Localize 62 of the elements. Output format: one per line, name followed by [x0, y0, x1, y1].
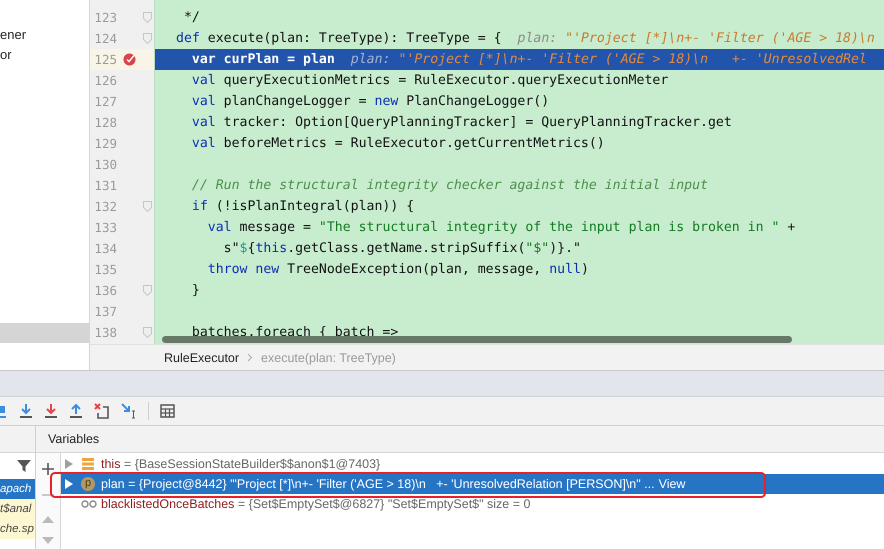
variable-name: blacklistedOnceBatches — [101, 497, 234, 511]
line-number: 125 — [93, 52, 117, 67]
breadcrumb-item[interactable]: RuleExecutor — [164, 350, 240, 364]
step-into-icon[interactable] — [19, 403, 33, 419]
plus-icon[interactable] — [41, 462, 55, 476]
chevron-icon — [247, 353, 254, 362]
line-number: 135 — [93, 262, 117, 277]
inline-value-hint: plan: "'Project [*]\n+- 'Filter ('AGE > 18)\n +- 'UnresolvedRel — [350, 51, 867, 69]
code-line: } — [190, 282, 200, 300]
line-number: 132 — [93, 199, 117, 214]
frame-item[interactable]: apach — [0, 479, 35, 499]
code-line: throw new TreeNodeException(plan, message, null) — [206, 261, 589, 279]
field-icon — [81, 457, 95, 471]
code-line: val planChangeLogger = new PlanChangeLogger() — [190, 93, 550, 111]
code-line: s"${this.getClass.getName.stripSuffix("$")}." — [222, 240, 581, 258]
frame-item[interactable]: t$anal — [0, 499, 35, 519]
line-number: 134 — [93, 241, 117, 256]
code-line: val beforeMetrics = RuleExecutor.getCurrentMetrics() — [190, 135, 605, 153]
run-to-cursor-icon[interactable] — [121, 403, 137, 419]
force-step-into-icon[interactable] — [44, 403, 58, 419]
line-number: 128 — [93, 115, 117, 130]
variable-value: = {Set$EmptySet$@6827} "Set$EmptySet$" size = 0 — [236, 497, 530, 511]
variable-row[interactable]: this = {BaseSessionStateBuilder$$anon$1@7403} — [61, 454, 884, 474]
step-out-icon[interactable] — [69, 403, 83, 419]
variable-name: this — [101, 457, 120, 471]
tree-item[interactable]: or — [0, 45, 89, 65]
line-number: 130 — [93, 157, 117, 172]
glasses-icon — [81, 499, 97, 509]
line-number: 126 — [93, 73, 117, 88]
line-number: 129 — [93, 136, 117, 151]
inline-value-hint: plan: "'Project [*]\n+- 'Filter ('AGE > 18)\n — [516, 30, 875, 48]
filter-icon[interactable] — [17, 459, 31, 473]
parameter-icon: p — [81, 477, 95, 491]
code-line: def execute(plan: TreeType): TreeType = { — [176, 30, 502, 48]
panel-title: Variables — [48, 432, 100, 446]
variable-name: plan — [101, 477, 125, 491]
horizontal-scrollbar[interactable] — [162, 336, 792, 343]
code-line: if (!isPlanIntegral(plan)) { — [190, 198, 414, 216]
code-line: val tracker: Option[QueryPlanningTracker] = QueryPlanningTracker.get — [190, 114, 732, 132]
line-number: 127 — [93, 94, 117, 109]
variable-row[interactable]: p plan = {Project@8442} "'Project [*]\n+- 'Filter ('AGE > 18)\n +- 'UnresolvedRelation [PERSON]\n" ... View — [61, 474, 884, 494]
variable-value: = {Project@8442} "'Project [*]\n+- 'Filter ('AGE > 18)\n +- 'UnresolvedRelation [PERSON]\n" ... — [127, 477, 655, 491]
table-icon[interactable] — [160, 404, 175, 418]
line-number: 136 — [93, 283, 117, 298]
tree-item[interactable]: ener — [0, 25, 89, 45]
line-number: 138 — [93, 325, 117, 340]
line-number: 131 — [93, 178, 117, 193]
line-number: 133 — [93, 220, 117, 235]
code-line: */ — [182, 9, 200, 27]
code-line: val message = "The structural integrity of the input plan is broken in " + — [206, 219, 796, 237]
frame-item[interactable]: che.sp — [0, 519, 35, 539]
view-link[interactable]: View — [654, 477, 686, 491]
code-line: val queryExecutionMetrics = RuleExecutor.queryExecutionMeter — [190, 72, 668, 90]
line-number: 137 — [93, 304, 117, 319]
drop-frame-icon[interactable] — [94, 403, 110, 419]
variable-row[interactable]: blacklistedOnceBatches = {Set$EmptySet$@6827} "Set$EmptySet$" size = 0 — [61, 494, 884, 514]
line-number: 124 — [93, 31, 117, 46]
line-number: 123 — [93, 10, 117, 25]
code-line: var curPlan = plan — [190, 51, 335, 69]
step-icon[interactable] — [0, 403, 8, 419]
code-line: // Run the structural integrity checker against the initial input — [190, 177, 708, 195]
variable-value: = {BaseSessionStateBuilder$$anon$1@7403} — [122, 457, 380, 471]
